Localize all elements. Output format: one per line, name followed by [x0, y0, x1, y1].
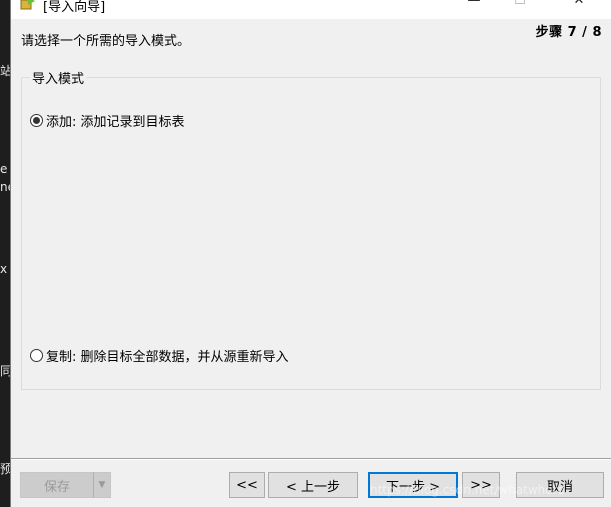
- wizard-prompt: 请选择一个所需的导入模式。: [21, 34, 191, 49]
- previous-label: < 上一步: [285, 479, 341, 495]
- minimize-button[interactable]: —: [451, 0, 497, 10]
- next-label: 下一步 >: [385, 479, 441, 495]
- window-title: [导入向导]: [43, 0, 106, 15]
- last-label: >>: [470, 477, 492, 493]
- import-mode-group: 导入模式 添加: 添加记录到目标表 复制: 删除目标全部数据，并从源重新导入: [21, 68, 601, 390]
- radio-option-append[interactable]: 添加: 添加记录到目标表: [30, 111, 185, 130]
- step-indicator: 步骤 7 / 8: [535, 25, 602, 40]
- radio-label: 添加: 添加记录到目标表: [46, 115, 185, 130]
- wizard-icon: [20, 0, 35, 10]
- group-title: 导入模式: [30, 68, 87, 87]
- save-dropdown-button[interactable]: ▼: [93, 472, 111, 498]
- background-glyph: e: [0, 162, 8, 176]
- cancel-button[interactable]: 取消: [516, 472, 604, 498]
- title-bar[interactable]: [导入向导] — ☐ ✕: [11, 0, 611, 19]
- last-step-button[interactable]: >>: [462, 472, 500, 498]
- radio-option-copy[interactable]: 复制: 删除目标全部数据，并从源重新导入: [30, 346, 289, 365]
- minimize-icon: —: [467, 0, 481, 8]
- wizard-footer: 保存 ▼ << < 上一步 下一步 > >> 取消: [11, 460, 611, 507]
- cancel-label: 取消: [546, 479, 573, 495]
- import-wizard-dialog: [导入向导] — ☐ ✕ 步骤 7 / 8 请选择一个所需的导入模式。 导入模式…: [10, 0, 611, 507]
- radio-button-checked[interactable]: [30, 114, 43, 127]
- close-button[interactable]: ✕: [556, 0, 602, 10]
- first-step-button[interactable]: <<: [229, 472, 265, 498]
- radio-button[interactable]: [30, 349, 43, 362]
- maximize-icon: ☐: [514, 0, 526, 8]
- chevron-down-icon: ▼: [98, 480, 106, 490]
- wizard-content: 步骤 7 / 8 请选择一个所需的导入模式。 导入模式 添加: 添加记录到目标表…: [11, 19, 611, 469]
- save-button[interactable]: 保存: [20, 472, 93, 498]
- radio-label: 复制: 删除目标全部数据，并从源重新导入: [46, 350, 289, 365]
- maximize-button[interactable]: ☐: [497, 0, 543, 10]
- close-icon: ✕: [573, 0, 585, 8]
- save-label: 保存: [43, 479, 70, 495]
- first-label: <<: [236, 477, 258, 493]
- next-step-button[interactable]: 下一步 >: [368, 472, 458, 498]
- previous-step-button[interactable]: < 上一步: [268, 472, 358, 498]
- background-glyph: x: [0, 262, 8, 276]
